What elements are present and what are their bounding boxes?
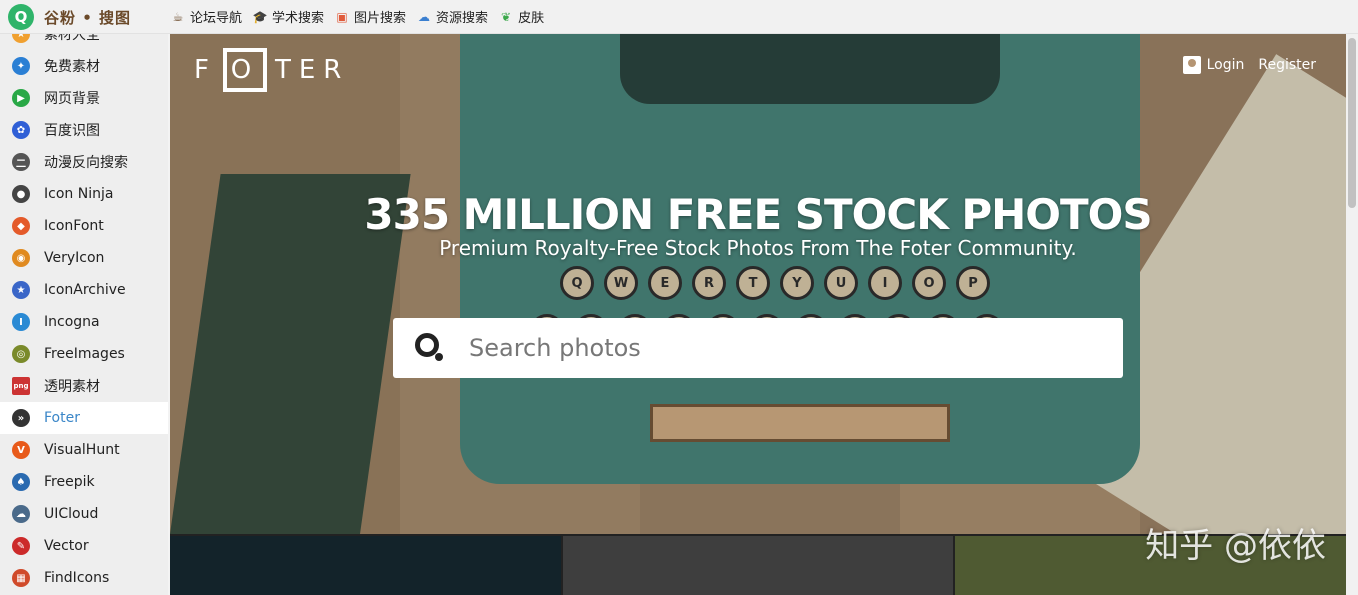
scrollbar-thumb[interactable] (1348, 38, 1356, 208)
subheadline: Premium Royalty-Free Stock Photos From T… (439, 236, 1077, 260)
play-icon: ▶ (12, 89, 30, 107)
brand-logo-icon: Q (8, 4, 34, 30)
logo-left: F (194, 55, 217, 85)
sidebar-item-label: Vector (44, 538, 89, 554)
toplink-3[interactable]: ☁ 资源搜索 (416, 7, 489, 27)
sidebar-item-7[interactable]: ◉ VeryIcon (0, 242, 168, 274)
sidebar-item-label: FreeImages (44, 346, 125, 362)
main-content: QWERTYUIOP F O TER Login Register 335 MI… (170, 34, 1346, 595)
logo-right: TER (274, 55, 350, 85)
vector-icon: ✎ (12, 537, 30, 555)
hero-banner: QWERTYUIOP F O TER Login Register 335 MI… (170, 34, 1346, 534)
sidebar-item-label: VisualHunt (44, 442, 120, 458)
search-input[interactable] (469, 334, 1069, 362)
toplink-label: 资源搜索 (436, 11, 489, 26)
sidebar-item-10[interactable]: ◎ FreeImages (0, 338, 168, 370)
graduation-cap-icon: 🎓 (252, 9, 268, 24)
scrollbar[interactable] (1346, 34, 1358, 595)
foter-logo[interactable]: F O TER (194, 48, 349, 92)
sidebar-item-label: Icon Ninja (44, 186, 114, 202)
png-icon: png (12, 377, 30, 395)
cloud-download-icon: ☁ (418, 9, 431, 24)
sidebar-item-14[interactable]: ♠ Freepik (0, 466, 168, 498)
sidebar-item-label: 素材大全 (44, 34, 100, 43)
pin-icon: ◉ (12, 249, 30, 267)
sidebar-item-label: 透明素材 (44, 379, 100, 395)
brand[interactable]: Q 谷粉 • 搜图 (8, 4, 131, 30)
sidebar-item-label: Incogna (44, 314, 100, 330)
toplink-1[interactable]: 🎓 学术搜索 (252, 7, 325, 27)
v-icon: V (12, 441, 30, 459)
watermark: 知乎 @依依 (1145, 526, 1326, 566)
thumbnail-laptop[interactable] (170, 536, 561, 595)
camera-aperture-icon: ✦ (12, 57, 30, 75)
sidebar-item-label: UICloud (44, 506, 99, 522)
sidebar-item-17[interactable]: ▦ FindIcons (0, 562, 168, 594)
hero-overlay (170, 34, 1346, 534)
top-links: ☕ 论坛导航 🎓 学术搜索 ▣ 图片搜索 ☁ 资源搜索 ❦ 皮肤 (170, 7, 545, 27)
i-beam-icon: I (12, 313, 30, 331)
sidebar-item-label: FindIcons (44, 570, 110, 586)
sidebar-item-5[interactable]: ● Icon Ninja (0, 178, 168, 210)
sidebar-item-16[interactable]: ✎ Vector (0, 530, 168, 562)
sidebar-item-1[interactable]: ✦ 免费素材 (0, 50, 168, 82)
login-label: Login (1206, 57, 1245, 73)
sidebar-item-label: 动漫反向搜索 (44, 155, 128, 171)
sidebar-item-12[interactable]: » Foter (0, 402, 168, 434)
sidebar-item-label: 免费素材 (44, 59, 100, 75)
login-link[interactable]: Login (1182, 56, 1245, 74)
sidebar-item-label: 网页背景 (44, 91, 100, 107)
sidebar-item-11[interactable]: png 透明素材 (0, 370, 168, 402)
sidebar-item-13[interactable]: V VisualHunt (0, 434, 168, 466)
fox-icon: ◆ (12, 217, 30, 235)
cup-icon: ☕ (172, 9, 184, 24)
picture-icon: ▣ (336, 9, 348, 24)
sidebar: ★ 素材大全 ✦ 免费素材 ▶ 网页背景 ✿ 百度识图二动漫反向搜索 ● Icon Ninja ◆ I… (0, 34, 168, 595)
star-icon: ★ (12, 281, 30, 299)
sidebar-item-6[interactable]: ◆ IconFont (0, 210, 168, 242)
sidebar-item-label: Foter (44, 410, 80, 426)
search-bar (393, 318, 1123, 378)
sidebar-item-8[interactable]: ★ IconArchive (0, 274, 168, 306)
toplink-label: 论坛导航 (190, 11, 243, 26)
toplink-4[interactable]: ❦ 皮肤 (498, 7, 545, 27)
brand-name: 谷粉 • 搜图 (44, 8, 132, 27)
toplink-2[interactable]: ▣ 图片搜索 (334, 7, 407, 27)
find-icon: ▦ (12, 569, 30, 587)
sidebar-item-label: 百度识图 (44, 123, 100, 139)
auth-links: Login Register (1182, 56, 1316, 74)
toplink-label: 学术搜索 (272, 11, 325, 26)
toplink-0[interactable]: ☕ 论坛导航 (170, 7, 243, 27)
ninja-icon: ● (12, 185, 30, 203)
two-lines-icon: 二 (12, 153, 30, 171)
star-badge-icon: ★ (12, 34, 30, 43)
sidebar-item-label: IconFont (44, 218, 104, 234)
sidebar-item-0[interactable]: ★ 素材大全 (0, 34, 168, 50)
eye-icon: ◎ (12, 345, 30, 363)
sidebar-item-label: VeryIcon (44, 250, 105, 266)
logo-square: O (222, 48, 267, 92)
sidebar-item-4[interactable]: 二动漫反向搜索 (0, 146, 168, 178)
top-bar: Q 谷粉 • 搜图 ☕ 论坛导航 🎓 学术搜索 ▣ 图片搜索 ☁ 资源搜索 ❦ 皮肤 (0, 0, 1358, 34)
cloud-icon: ☁ (12, 505, 30, 523)
search-icon[interactable] (413, 331, 447, 365)
freepik-icon: ♠ (12, 473, 30, 491)
thumbnail-fabric[interactable] (562, 536, 954, 595)
logo-center: O (230, 55, 260, 85)
paw-icon: ✿ (12, 121, 30, 139)
headline: 335 MILLION FREE STOCK PHOTOS (364, 190, 1152, 239)
sidebar-item-label: IconArchive (44, 282, 126, 298)
sidebar-item-15[interactable]: ☁ UICloud (0, 498, 168, 530)
user-icon (1182, 56, 1201, 74)
toplink-label: 图片搜索 (354, 11, 407, 26)
sidebar-item-3[interactable]: ✿ 百度识图 (0, 114, 168, 146)
leaf-icon: ❦ (501, 9, 512, 24)
register-link[interactable]: Register (1258, 57, 1316, 73)
sidebar-item-9[interactable]: I Incogna (0, 306, 168, 338)
sidebar-item-2[interactable]: ▶ 网页背景 (0, 82, 168, 114)
foter-icon: » (12, 409, 30, 427)
toplink-label: 皮肤 (518, 11, 545, 26)
sidebar-item-label: Freepik (44, 474, 95, 490)
